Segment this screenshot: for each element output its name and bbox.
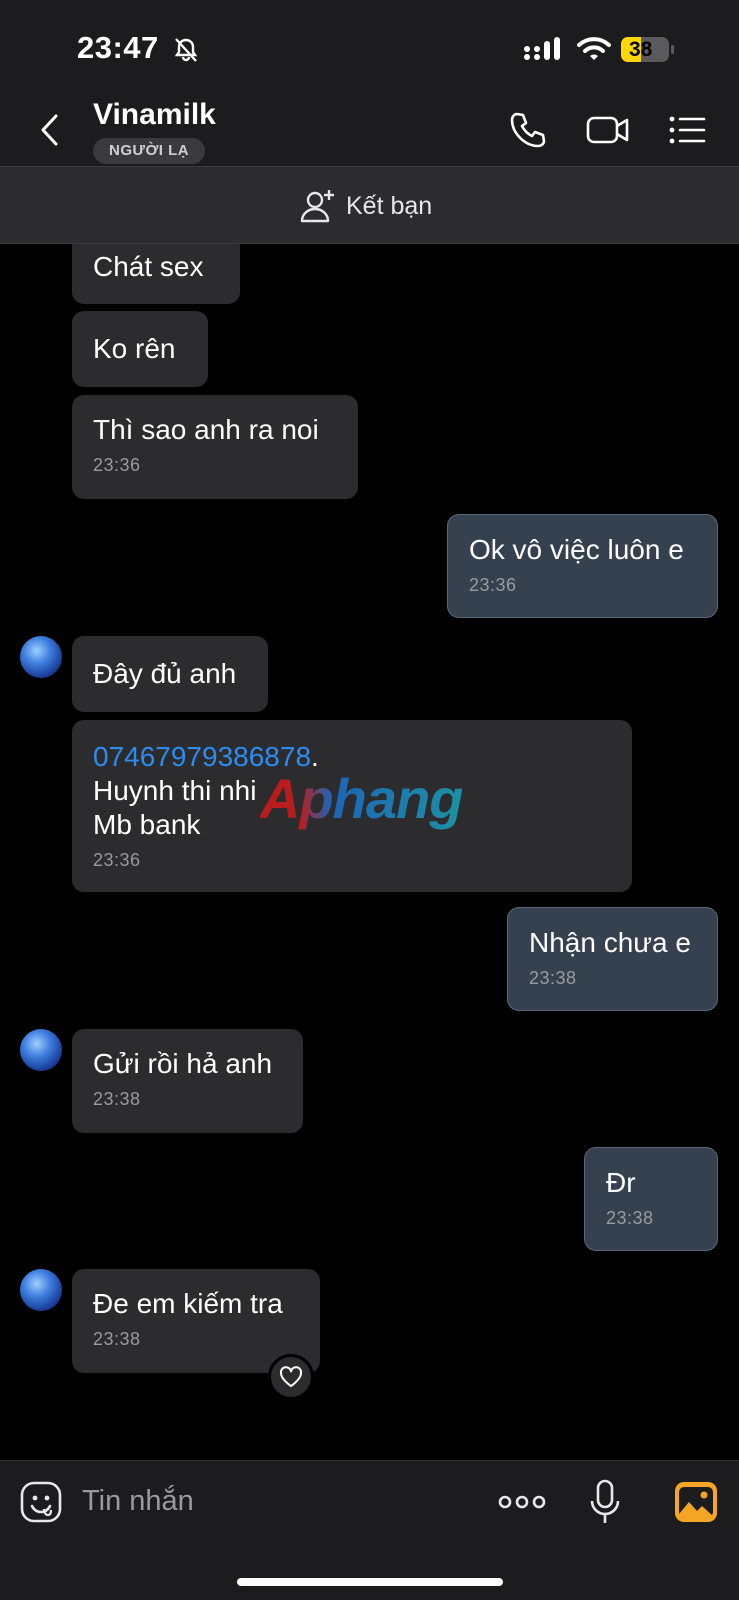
message-text: Đe em kiếm tra xyxy=(93,1288,283,1319)
chat-header: Vinamilk NGƯỜI LẠ xyxy=(0,92,739,166)
message-time: 23:38 xyxy=(606,1208,654,1228)
back-icon[interactable] xyxy=(36,110,64,150)
home-indicator xyxy=(237,1578,503,1586)
avatar[interactable] xyxy=(20,1269,62,1311)
bell-slash-icon xyxy=(174,38,198,62)
stranger-badge: NGƯỜI LẠ xyxy=(93,138,206,164)
battery-icon: 38 xyxy=(621,36,675,63)
menu-icon[interactable] xyxy=(668,110,708,150)
add-friend-label: Kết bạn xyxy=(346,191,433,220)
add-friend-icon xyxy=(300,190,334,223)
message-bubble[interactable]: Thì sao anh ra noi 23:36 xyxy=(72,395,358,499)
contact-name[interactable]: Vinamilk xyxy=(93,98,216,132)
more-icon[interactable] xyxy=(498,1491,546,1513)
message-time: 23:36 xyxy=(469,575,517,595)
avatar[interactable] xyxy=(20,1029,62,1071)
message-input[interactable]: Tin nhắn xyxy=(82,1485,194,1518)
message-time: 23:36 xyxy=(93,850,141,870)
message-list[interactable]: Chát sex Ko rên Thì sao anh ra noi 23:36… xyxy=(0,244,739,1460)
message-time: 23:38 xyxy=(93,1329,141,1349)
message-text: Ok vô việc luôn e xyxy=(469,534,684,565)
message-composer: Tin nhắn xyxy=(0,1460,739,1600)
message-text: Nhận chưa e xyxy=(529,927,691,958)
emoji-icon[interactable] xyxy=(20,1481,62,1523)
message-bubble[interactable]: Ko rên xyxy=(72,311,208,387)
signal-icon xyxy=(524,37,560,60)
message-bubble-outgoing[interactable]: Nhận chưa e 23:38 xyxy=(507,907,718,1011)
message-text: Gửi rồi hả anh xyxy=(93,1048,273,1079)
status-bar: 23:47 38 xyxy=(0,0,739,92)
message-bubble[interactable]: Đây đủ anh xyxy=(72,636,268,712)
wifi-icon xyxy=(577,37,611,60)
battery-level: 38 xyxy=(629,38,653,61)
video-icon[interactable] xyxy=(586,110,630,150)
add-friend-bar[interactable]: Kết bạn xyxy=(0,166,739,244)
message-text: Đr xyxy=(606,1167,636,1198)
message-text: Đây đủ anh xyxy=(93,658,237,689)
react-heart-button[interactable] xyxy=(268,1354,314,1400)
message-text: Chát sex xyxy=(93,251,204,282)
watermark-logo: Aphang xyxy=(260,767,463,830)
message-text: Ko rên xyxy=(93,333,176,364)
message-time: 23:38 xyxy=(93,1089,141,1109)
message-bubble-outgoing[interactable]: Ok vô việc luôn e 23:36 xyxy=(447,514,718,618)
phone-icon[interactable] xyxy=(508,110,548,150)
message-text: Thì sao anh ra noi xyxy=(93,414,319,445)
message-time: 23:38 xyxy=(529,968,577,988)
message-bubble-outgoing[interactable]: Đr 23:38 xyxy=(584,1147,718,1251)
message-time: 23:36 xyxy=(93,455,141,475)
status-time: 23:47 xyxy=(77,30,159,65)
heart-icon xyxy=(279,1366,303,1387)
avatar[interactable] xyxy=(20,636,62,678)
message-bubble[interactable]: Gửi rồi hả anh 23:38 xyxy=(72,1029,303,1133)
mic-icon[interactable] xyxy=(590,1479,620,1525)
message-bubble[interactable]: Chát sex xyxy=(72,244,240,304)
gallery-icon[interactable] xyxy=(674,1481,718,1523)
